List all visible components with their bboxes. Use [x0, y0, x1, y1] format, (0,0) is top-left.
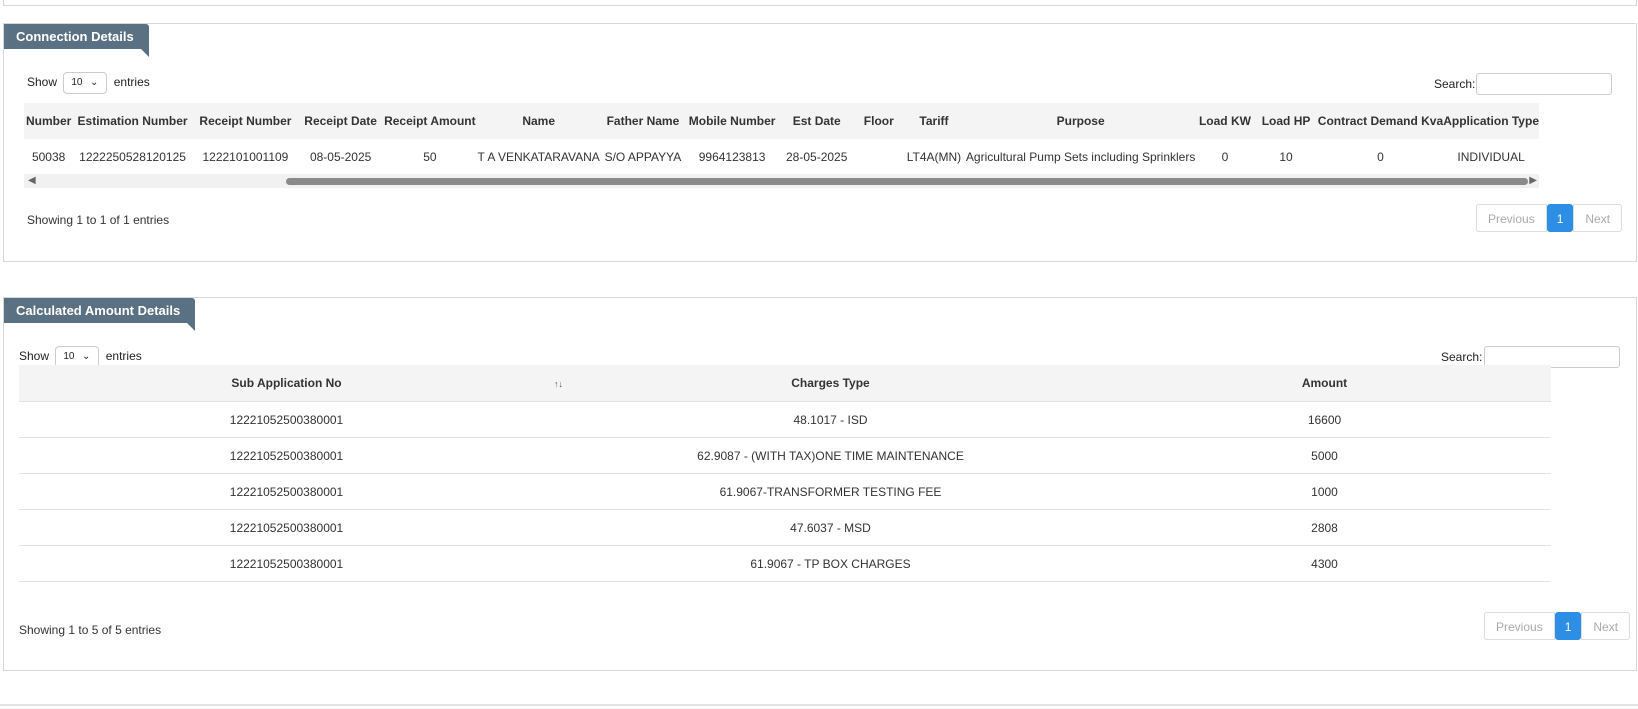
- cell-amount: 5000: [1098, 437, 1551, 474]
- table-row: 12221052500380001 61.9067 - TP BOX CHARG…: [19, 545, 1551, 582]
- cell-charges-type: 61.9067 - TP BOX CHARGES: [563, 545, 1098, 582]
- cell-contract-demand: 0: [1377, 150, 1384, 164]
- scrollbar-thumb[interactable]: [286, 178, 1528, 185]
- connection-table: Number Estimation Number Receipt Number …: [24, 103, 1539, 175]
- column-header-charges-type[interactable]: Charges Type: [563, 365, 1098, 402]
- cell-amount: 1000: [1098, 473, 1551, 510]
- calculated-search-label: Search:: [1441, 350, 1483, 364]
- column-header[interactable]: Contract Demand Kva: [1317, 103, 1444, 139]
- calculated-amount-title: Calculated Amount Details: [4, 298, 196, 331]
- cell-sub-application-no: 12221052500380001: [19, 545, 554, 582]
- column-header[interactable]: Est Date: [778, 103, 856, 139]
- cell-sub-application-no: 12221052500380001: [19, 473, 554, 510]
- column-header[interactable]: Receipt Date: [299, 103, 383, 139]
- column-header-sort[interactable]: ↑↓: [554, 365, 563, 402]
- cell-receipt-number: 1222101001109: [202, 150, 289, 164]
- chevron-down-icon: ⌄: [81, 351, 91, 362]
- connection-pagination: Previous 1 Next: [1476, 204, 1623, 232]
- previous-panel-edge: [3, 0, 1637, 6]
- column-header-sub-application-no[interactable]: Sub Application No: [19, 365, 554, 402]
- cell-sub-application-no: 12221052500380001: [19, 509, 554, 546]
- cell-charges-type: 62.9087 - (WITH TAX)ONE TIME MAINTENANCE: [563, 437, 1098, 474]
- cell-amount: 2808: [1098, 509, 1551, 546]
- cell-mobile-number: 9964123813: [698, 150, 766, 164]
- cell-blank: [554, 437, 563, 474]
- column-header[interactable]: Purpose: [965, 103, 1196, 139]
- column-header-amount[interactable]: Amount: [1098, 365, 1551, 402]
- horizontal-scrollbar[interactable]: ◀ ▶: [24, 174, 1539, 188]
- calculated-header-row: Sub Application No ↑↓ Charges Type Amoun…: [19, 365, 1551, 402]
- scroll-left-icon[interactable]: ◀: [28, 174, 36, 188]
- chevron-down-icon: ⌄: [89, 77, 99, 88]
- show-label: Show: [19, 349, 50, 364]
- calculated-amount-table: Sub Application No ↑↓ Charges Type Amoun…: [19, 365, 1551, 582]
- table-row: 12221052500380001 47.6037 - MSD 2808: [19, 509, 1551, 546]
- cell-application-type: INDIVIDUAL: [1457, 150, 1525, 164]
- cell-receipt-amount: 50: [423, 150, 437, 164]
- entries-select-value: 10: [71, 77, 83, 88]
- cell-blank: [554, 401, 563, 438]
- calculated-table-info: Showing 1 to 5 of 5 entries: [19, 623, 162, 637]
- column-header[interactable]: Estimation Number: [73, 103, 192, 139]
- entries-label: entries: [113, 75, 150, 90]
- column-header[interactable]: Receipt Number: [191, 103, 300, 139]
- column-header[interactable]: Mobile Number: [686, 103, 779, 139]
- table-row: 12221052500380001 48.1017 - ISD 16600: [19, 401, 1551, 438]
- cell-number: 50038: [31, 150, 66, 164]
- page-1-button[interactable]: 1: [1546, 204, 1574, 232]
- column-header[interactable]: Father Name: [599, 103, 687, 139]
- cell-est-date: 28-05-2025: [786, 150, 848, 164]
- column-header[interactable]: Name: [477, 103, 600, 139]
- cell-estimation-number: 1222250528120125: [79, 150, 186, 164]
- column-header[interactable]: Number: [24, 103, 74, 139]
- column-header[interactable]: Load KW: [1195, 103, 1255, 139]
- cell-sub-application-no: 12221052500380001: [19, 401, 554, 438]
- column-header[interactable]: Load HP: [1254, 103, 1318, 139]
- connection-details-title: Connection Details: [4, 24, 149, 57]
- cell-load-hp: 10: [1279, 150, 1293, 164]
- previous-button[interactable]: Previous: [1484, 612, 1555, 640]
- cell-name: T A VENKATARAVANA: [477, 150, 600, 164]
- table-row: 12221052500380001 61.9067-TRANSFORMER TE…: [19, 473, 1551, 510]
- sort-icon[interactable]: ↑↓: [554, 379, 563, 389]
- next-button[interactable]: Next: [1573, 204, 1623, 232]
- cell-blank: [554, 509, 563, 546]
- connection-table-info: Showing 1 to 1 of 1 entries: [27, 213, 170, 227]
- column-header[interactable]: Floor: [855, 103, 903, 139]
- show-label: Show: [27, 75, 58, 90]
- connection-search-input[interactable]: [1476, 73, 1612, 95]
- column-header[interactable]: Application Type: [1443, 103, 1539, 139]
- connection-search-label: Search:: [1434, 77, 1476, 91]
- cell-charges-type: 48.1017 - ISD: [563, 401, 1098, 438]
- entries-select-value: 10: [63, 351, 75, 362]
- cell-blank: [554, 473, 563, 510]
- next-button[interactable]: Next: [1581, 612, 1631, 640]
- column-header[interactable]: Receipt Amount: [382, 103, 478, 139]
- cell-blank: [554, 545, 563, 582]
- cell-floor: [855, 139, 902, 175]
- cell-amount: 4300: [1098, 545, 1551, 582]
- column-header[interactable]: Tariff: [902, 103, 966, 139]
- cell-charges-type: 61.9067-TRANSFORMER TESTING FEE: [563, 473, 1098, 510]
- cell-sub-application-no: 12221052500380001: [19, 437, 554, 474]
- cell-amount: 16600: [1098, 401, 1551, 438]
- page-1-button[interactable]: 1: [1554, 612, 1582, 640]
- table-row: 50038 1222250528120125 1222101001109 08-…: [24, 139, 1539, 175]
- cell-tariff: LT4A(MN): [906, 150, 962, 164]
- scroll-right-icon[interactable]: ▶: [1529, 174, 1537, 188]
- cell-receipt-date: 08-05-2025: [309, 150, 372, 164]
- cell-load-kw: 0: [1221, 150, 1229, 164]
- connection-length-control: Show 10 ⌄ entries: [27, 72, 150, 94]
- connection-header-row: Number Estimation Number Receipt Number …: [24, 103, 1539, 139]
- entries-label: entries: [105, 349, 142, 364]
- calculated-pagination: Previous 1 Next: [1484, 612, 1631, 640]
- cell-purpose: Agricultural Pump Sets including Sprinkl…: [965, 150, 1196, 164]
- cell-charges-type: 47.6037 - MSD: [563, 509, 1098, 546]
- table-row: 12221052500380001 62.9087 - (WITH TAX)ON…: [19, 437, 1551, 474]
- entries-select[interactable]: 10 ⌄: [63, 72, 108, 94]
- previous-button[interactable]: Previous: [1476, 204, 1547, 232]
- cell-father-name: S/O APPAYYA: [604, 150, 682, 164]
